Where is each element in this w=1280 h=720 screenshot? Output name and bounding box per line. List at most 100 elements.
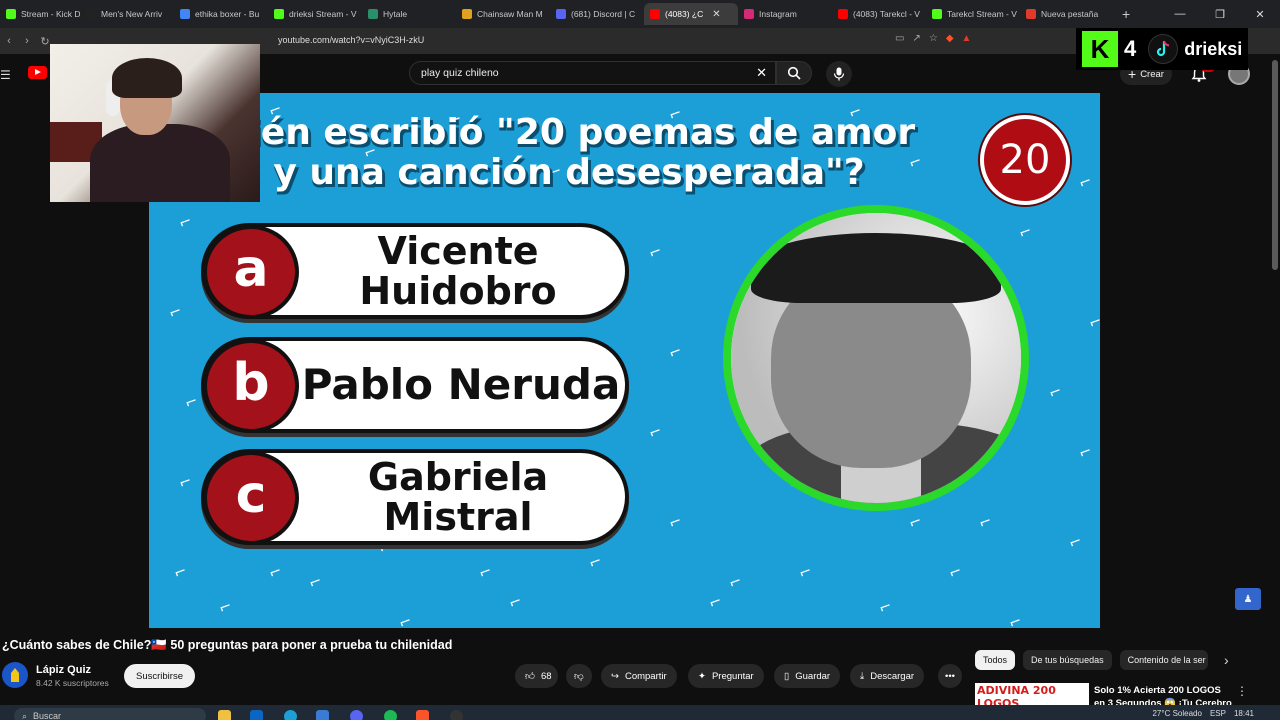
bookmark-icon: ▯ bbox=[784, 670, 790, 682]
pattern-mark: ⌐ bbox=[1076, 171, 1095, 193]
tab-label: Stream - Kick Da bbox=[21, 9, 80, 19]
hamburger-menu-icon[interactable]: ☰ bbox=[0, 68, 11, 82]
browser-tab[interactable]: Nueva pestaña bbox=[1020, 3, 1114, 25]
restore-icon[interactable]: ❐ bbox=[1200, 8, 1240, 21]
search-icon bbox=[787, 66, 801, 80]
share-button[interactable]: ↪ Compartir bbox=[601, 664, 677, 688]
ask-label: Preguntar bbox=[711, 670, 754, 682]
cast-icon[interactable]: ▭ bbox=[895, 33, 904, 44]
chip-from-searches[interactable]: De tus búsquedas bbox=[1023, 650, 1112, 670]
tab-label: Tarekcl Stream - V bbox=[947, 9, 1017, 19]
tab-favicon-icon bbox=[556, 9, 566, 19]
pattern-mark: ⌐ bbox=[1046, 381, 1065, 403]
more-actions-button[interactable]: ••• bbox=[938, 664, 962, 688]
subscriber-count: 8.42 K suscriptores bbox=[36, 678, 109, 688]
youtube-logo-icon[interactable] bbox=[28, 66, 47, 79]
save-label: Guardar bbox=[795, 670, 831, 682]
quiz-question-line-1: uién escribió "20 poemas de amor bbox=[222, 112, 916, 153]
tab-favicon-icon bbox=[650, 9, 660, 19]
forward-icon[interactable]: › bbox=[18, 35, 36, 47]
channel-name[interactable]: Lápiz Quiz bbox=[36, 664, 91, 676]
browser-tab[interactable]: Tarekcl Stream - V bbox=[926, 3, 1020, 25]
dislike-button[interactable]: 👎︎ bbox=[566, 664, 592, 688]
share-icon[interactable]: ↗ bbox=[912, 33, 920, 44]
tiktok-username: drieksi bbox=[1184, 38, 1243, 59]
outlook-icon[interactable] bbox=[250, 710, 263, 720]
taskbar: ⌕ Buscar 27°C Soleado ESP 18:41 bbox=[0, 705, 1280, 720]
discord-icon[interactable] bbox=[350, 710, 363, 720]
video-player[interactable]: ⌐⌐⌐⌐⌐⌐⌐⌐⌐⌐⌐⌐⌐⌐⌐⌐⌐⌐⌐⌐⌐⌐⌐⌐⌐⌐⌐⌐⌐⌐⌐⌐⌐⌐⌐⌐⌐⌐⌐⌐… bbox=[149, 93, 1100, 628]
close-window-icon[interactable]: ✕ bbox=[1240, 8, 1280, 21]
browser-tab[interactable]: drieksi Stream - V bbox=[268, 3, 362, 25]
new-tab-icon[interactable]: + bbox=[1114, 6, 1138, 22]
download-button[interactable]: ⤓ Descargar bbox=[850, 664, 925, 688]
like-count: 68 bbox=[540, 670, 552, 682]
browser-tab[interactable]: ethika boxer - Bu bbox=[174, 3, 268, 25]
download-icon: ⤓ bbox=[860, 670, 865, 682]
create-label: Crear bbox=[1140, 68, 1164, 80]
stream-overlay: K 4 drieksi bbox=[1076, 28, 1249, 70]
brave-rewards-icon[interactable]: ▲ bbox=[962, 33, 972, 44]
back-icon[interactable]: ‹ bbox=[0, 35, 18, 47]
save-button[interactable]: ▯ Guardar bbox=[774, 664, 841, 688]
store-icon[interactable] bbox=[316, 710, 329, 720]
tab-favicon-icon bbox=[180, 9, 190, 19]
subscribe-button[interactable]: Suscribirse bbox=[124, 664, 195, 688]
tab-label: ethika boxer - Bu bbox=[195, 9, 260, 19]
tab-label: drieksi Stream - V bbox=[289, 9, 357, 19]
window-controls: — ❐ ✕ bbox=[1160, 0, 1280, 28]
ask-button[interactable]: ✦ Preguntar bbox=[688, 664, 764, 688]
answer-letter: a bbox=[203, 225, 299, 319]
pattern-mark: ⌐ bbox=[726, 571, 745, 593]
search-input[interactable]: play quiz chileno ✕ bbox=[409, 61, 776, 85]
browser-tab[interactable]: Chainsaw Man M bbox=[456, 3, 550, 25]
browser-tab[interactable]: (4083) Tarekcl - V bbox=[832, 3, 926, 25]
tab-favicon-icon bbox=[1026, 9, 1036, 19]
channel-avatar[interactable] bbox=[2, 662, 28, 688]
browser-tab[interactable]: (681) Discord | C bbox=[550, 3, 644, 25]
pencil-icon bbox=[11, 668, 19, 682]
voice-search-button[interactable] bbox=[826, 61, 852, 87]
extension-badge-icon[interactable]: ♟ bbox=[1235, 588, 1261, 610]
spotify-icon[interactable] bbox=[384, 710, 397, 720]
taskbar-search[interactable]: ⌕ Buscar bbox=[14, 708, 206, 720]
bookmark-star-icon[interactable]: ☆ bbox=[929, 33, 938, 44]
browser-tab[interactable]: (4083) ¿C ✕ bbox=[644, 3, 738, 25]
steam-icon[interactable] bbox=[450, 710, 463, 720]
chip-all[interactable]: Todos bbox=[975, 650, 1016, 670]
system-tray: 27°C Soleado ESP 18:41 bbox=[1152, 709, 1254, 718]
chip-series[interactable]: Contenido de la ser bbox=[1119, 650, 1208, 670]
pattern-mark: ⌐ bbox=[476, 561, 495, 583]
answer-option-b: b Pablo Neruda bbox=[201, 337, 629, 433]
scrollbar[interactable] bbox=[1272, 60, 1278, 270]
file-explorer-icon[interactable] bbox=[218, 710, 231, 720]
like-button[interactable]: 👍︎ 68 bbox=[515, 664, 558, 688]
pattern-mark: ⌐ bbox=[266, 561, 285, 583]
edge-icon[interactable] bbox=[284, 710, 297, 720]
weather-text[interactable]: 27°C Soleado bbox=[1152, 709, 1201, 718]
clear-search-icon[interactable]: ✕ bbox=[756, 65, 767, 81]
browser-tab[interactable]: Stream - Kick Da bbox=[0, 3, 80, 25]
minimize-icon[interactable]: — bbox=[1160, 8, 1200, 20]
more-vertical-icon[interactable]: ⋮ bbox=[1236, 684, 1248, 698]
brave-icon[interactable] bbox=[416, 710, 429, 720]
tab-close-icon[interactable]: ✕ bbox=[712, 9, 720, 20]
tiktok-logo-icon bbox=[1148, 34, 1179, 64]
brave-shield-icon[interactable]: ◆ bbox=[946, 33, 954, 44]
search-button[interactable] bbox=[776, 61, 812, 85]
answer-text: Gabriela Mistral bbox=[367, 455, 549, 539]
thumbs-down-icon: 👎︎ bbox=[574, 671, 584, 682]
url-field[interactable]: youtube.com/watch?v=vNyiC3H-zkU bbox=[278, 35, 424, 45]
search-icon: ⌕ bbox=[22, 710, 28, 720]
browser-tab[interactable]: Men's New Arriv bbox=[80, 3, 174, 25]
language-indicator[interactable]: ESP bbox=[1210, 709, 1226, 718]
clock[interactable]: 18:41 bbox=[1234, 709, 1254, 718]
chevron-right-icon[interactable]: › bbox=[1224, 652, 1229, 668]
pattern-mark: ⌐ bbox=[646, 241, 665, 263]
browser-tab[interactable]: Instagram bbox=[738, 3, 832, 25]
browser-tab-strip: Stream - Kick Da Men's New Arriv ethika bo… bbox=[0, 0, 1280, 28]
tab-label: (4083) ¿C bbox=[665, 9, 704, 19]
pattern-mark: ⌐ bbox=[396, 611, 415, 628]
browser-tab[interactable]: Hytale bbox=[362, 3, 456, 25]
share-arrow-icon: ↪ bbox=[611, 670, 619, 682]
